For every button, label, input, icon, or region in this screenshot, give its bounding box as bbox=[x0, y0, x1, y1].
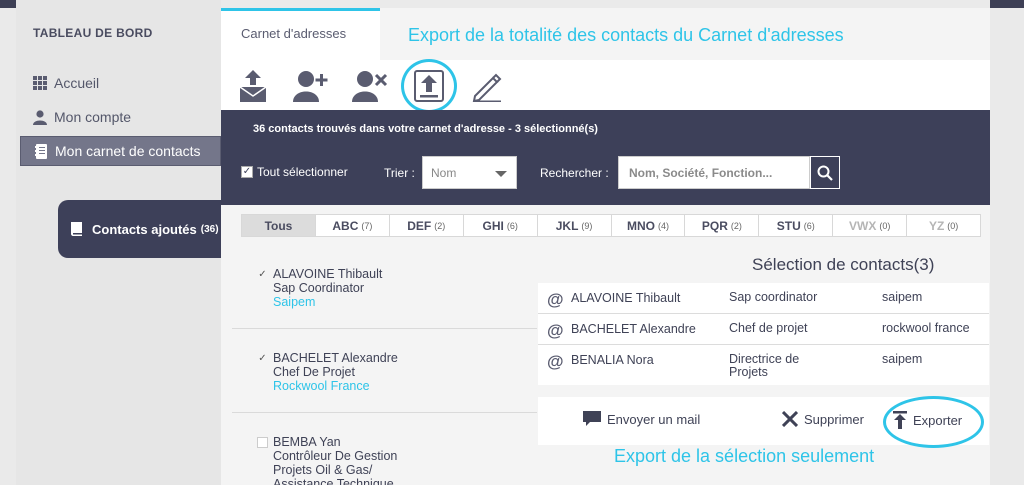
comment-icon bbox=[583, 411, 601, 427]
contact-company[interactable]: Saipem bbox=[273, 295, 382, 309]
remove-contact-icon[interactable] bbox=[350, 66, 390, 106]
search-header-panel: 36 contacts trouvés dans votre carnet d'… bbox=[221, 110, 990, 205]
contacts-ajoutes-button[interactable]: Contacts ajoutés (36) bbox=[58, 200, 237, 258]
contact-title-line: Projets Oil & Gas/ bbox=[273, 463, 373, 477]
tab-carnet-adresses[interactable]: Carnet d'adresses bbox=[221, 8, 380, 60]
annotation-export-all: Export de la totalité des contacts du Ca… bbox=[408, 25, 844, 45]
select-all-checkbox[interactable]: ✓ Tout sélectionner bbox=[241, 165, 348, 179]
tab-stu[interactable]: STU (6) bbox=[759, 215, 834, 236]
tab-mno[interactable]: MNO (4) bbox=[612, 215, 686, 236]
tab-yz[interactable]: YZ (0) bbox=[907, 215, 980, 236]
contact-list: ✓ ALAVOINE Thibault Sap Coordinator Saip… bbox=[232, 245, 537, 485]
tab-def[interactable]: DEF (2) bbox=[390, 215, 464, 236]
grid-icon bbox=[32, 75, 48, 91]
tab-vwx[interactable]: VWX (0) bbox=[833, 215, 908, 236]
sidebar-item-mon-compte[interactable]: Mon compte bbox=[20, 102, 221, 132]
alphabet-filter: Tous ABC (7) DEF (2) GHI (6) JKL (9) MNO (4) … bbox=[241, 214, 981, 237]
select-all-label: Tout sélectionner bbox=[257, 165, 348, 179]
delete-label: Supprimer bbox=[804, 411, 864, 427]
contact-title: Sap Coordinator bbox=[273, 281, 365, 295]
selection-org: rockwool france bbox=[882, 321, 970, 335]
at-icon: @ bbox=[547, 290, 564, 309]
sort-value: Nom bbox=[431, 166, 457, 180]
checkbox-checked: ✓ bbox=[241, 166, 253, 178]
checkbox-checked[interactable]: ✓ bbox=[257, 353, 268, 364]
search-input[interactable]: Nom, Société, Fonction... bbox=[618, 156, 810, 189]
search-button[interactable] bbox=[810, 156, 840, 189]
tab-tous[interactable]: Tous bbox=[242, 215, 316, 236]
contact-name: BEMBA Yan bbox=[273, 435, 341, 449]
tab-pqr[interactable]: PQR (2) bbox=[685, 215, 760, 236]
table-row[interactable]: @ BACHELET Alexandre Chef de projet rock… bbox=[538, 314, 989, 345]
at-icon: @ bbox=[547, 352, 564, 371]
top-frame-left bbox=[0, 0, 16, 8]
search-label: Rechercher : bbox=[540, 166, 609, 180]
export-all-highlight bbox=[401, 59, 457, 113]
contact-title-line: Assistance Technique bbox=[273, 477, 394, 485]
selection-org: saipem bbox=[882, 290, 923, 304]
list-item[interactable]: ✓ BACHELET Alexandre Chef De Projet Rock… bbox=[232, 329, 537, 413]
sidebar-item-label: Mon compte bbox=[54, 109, 132, 125]
table-row[interactable]: @ BENALIA Nora Directrice de Projets sai… bbox=[538, 345, 989, 385]
tab-ghi[interactable]: GHI (6) bbox=[464, 215, 538, 236]
contacts-count-text: 36 contacts trouvés dans votre carnet d'… bbox=[253, 123, 598, 135]
selection-name: BACHELET Alexandre bbox=[571, 322, 696, 336]
chevron-down-icon bbox=[495, 171, 507, 177]
selection-function: Sap coordinator bbox=[729, 290, 818, 304]
address-book-icon bbox=[33, 143, 49, 159]
sort-select[interactable]: Nom bbox=[422, 156, 517, 189]
sidebar: TABLEAU DE BORD Accueil Mon compte Mon c… bbox=[16, 0, 237, 485]
sidebar-item-label: Mon carnet de contacts bbox=[55, 143, 201, 159]
contacts-ajoutes-label: Contacts ajoutés bbox=[92, 221, 197, 237]
export-highlight bbox=[883, 396, 984, 448]
contacts-ajoutes-count: (36) bbox=[200, 223, 219, 235]
at-icon: @ bbox=[547, 321, 564, 340]
toolbar bbox=[221, 60, 990, 110]
sidebar-item-label: Accueil bbox=[54, 75, 100, 91]
selection-function: Chef de projet bbox=[729, 321, 808, 335]
user-icon bbox=[32, 109, 48, 125]
table-row[interactable]: @ ALAVOINE Thibault Sap coordinator saip… bbox=[538, 283, 989, 314]
selection-title: Sélection de contacts(3) bbox=[752, 255, 935, 274]
edit-icon[interactable] bbox=[467, 66, 507, 106]
contact-title: Chef De Projet bbox=[273, 365, 355, 379]
book-icon bbox=[70, 221, 84, 237]
contact-name: ALAVOINE Thibault bbox=[273, 267, 383, 281]
close-icon bbox=[782, 411, 798, 427]
contact-name: BACHELET Alexandre bbox=[273, 351, 398, 365]
list-item[interactable]: ✓ ALAVOINE Thibault Sap Coordinator Saip… bbox=[232, 245, 537, 329]
selection-name: ALAVOINE Thibault bbox=[571, 291, 681, 305]
sidebar-title: TABLEAU DE BORD bbox=[33, 26, 153, 40]
annotation-export-selection: Export de la sélection seulement bbox=[614, 446, 875, 466]
selection-table: @ ALAVOINE Thibault Sap coordinator saip… bbox=[538, 283, 989, 385]
sidebar-item-carnet[interactable]: Mon carnet de contacts bbox=[20, 136, 221, 166]
checkbox-checked[interactable]: ✓ bbox=[257, 269, 268, 280]
selection-name: BENALIA Nora bbox=[571, 353, 654, 367]
search-icon bbox=[817, 165, 833, 181]
sort-label: Trier : bbox=[384, 166, 415, 180]
selection-org: saipem bbox=[882, 352, 923, 366]
tab-jkl[interactable]: JKL (9) bbox=[538, 215, 612, 236]
list-item[interactable]: BEMBA Yan Contrôleur De Gestion Projets … bbox=[232, 413, 537, 485]
tab-abc[interactable]: ABC (7) bbox=[316, 215, 390, 236]
checkbox-unchecked[interactable] bbox=[257, 437, 268, 448]
contact-title-line: Contrôleur De Gestion bbox=[273, 449, 398, 463]
sidebar-item-accueil[interactable]: Accueil bbox=[20, 68, 221, 98]
selection-function: Directrice de Projets bbox=[729, 352, 800, 379]
send-mail-label: Envoyer un mail bbox=[607, 411, 701, 427]
top-frame-right bbox=[990, 0, 1024, 8]
delete-button[interactable]: Supprimer bbox=[782, 411, 864, 427]
contact-company[interactable]: Rockwool France bbox=[273, 379, 398, 393]
add-contact-icon[interactable] bbox=[291, 66, 331, 106]
mail-export-icon[interactable] bbox=[233, 66, 273, 106]
send-mail-button[interactable]: Envoyer un mail bbox=[583, 411, 700, 427]
